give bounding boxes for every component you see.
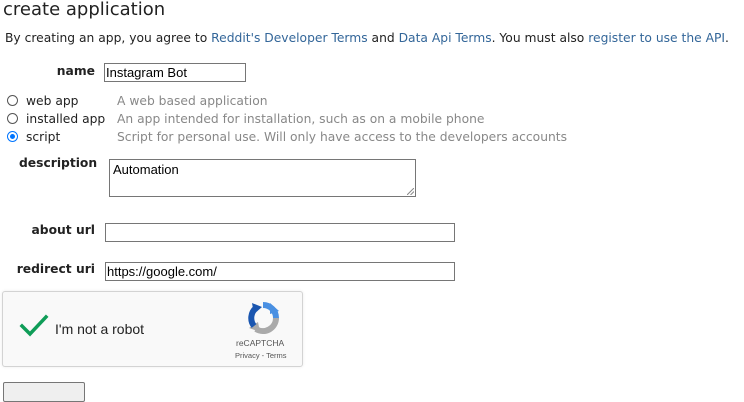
terms-text: .	[725, 31, 729, 45]
script-label[interactable]: script	[26, 130, 60, 144]
web-app-radio[interactable]	[7, 95, 18, 106]
description-textarea[interactable]: Automation	[109, 159, 416, 197]
terms-text: and	[367, 31, 399, 45]
script-radio[interactable]	[7, 131, 18, 142]
register-api-link[interactable]: register to use the API	[588, 31, 725, 45]
redirect-uri-input[interactable]: https://google.com/	[105, 262, 455, 281]
name-input[interactable]: Instagram Bot	[104, 63, 246, 82]
web-app-label[interactable]: web app	[26, 94, 78, 108]
submit-button[interactable]	[3, 382, 85, 402]
name-label: name	[56, 64, 95, 78]
terms-notice: By creating an app, you agree to Reddit'…	[5, 31, 729, 45]
about-url-input[interactable]	[105, 223, 455, 242]
description-value: Automation	[113, 162, 179, 177]
web-app-description: A web based application	[117, 94, 268, 108]
redirect-uri-label: redirect uri	[16, 262, 95, 276]
about-url-label: about url	[31, 223, 96, 237]
page-title: create application	[3, 0, 166, 20]
description-label: description	[19, 156, 98, 170]
resize-handle-icon[interactable]	[407, 188, 414, 195]
captcha-label: I'm not a robot	[55, 321, 145, 337]
data-api-terms-link[interactable]: Data Api Terms	[399, 31, 492, 45]
recaptcha-privacy-terms[interactable]: Privacy - Terms	[235, 351, 287, 360]
checkmark-icon[interactable]	[19, 314, 49, 338]
developer-terms-link[interactable]: Reddit's Developer Terms	[211, 31, 367, 45]
installed-app-description: An app intended for installation, such a…	[117, 112, 485, 126]
recaptcha-brand: reCAPTCHA	[236, 338, 285, 348]
terms-text: . You must also	[491, 31, 589, 45]
installed-app-radio[interactable]	[7, 113, 18, 124]
recaptcha-widget: I'm not a robot reCAPTCHA Privacy - Term…	[2, 291, 303, 367]
recaptcha-logo-icon	[248, 302, 280, 335]
terms-text: By creating an app, you agree to	[5, 31, 212, 45]
script-description: Script for personal use. Will only have …	[117, 130, 568, 144]
installed-app-label[interactable]: installed app	[26, 112, 105, 126]
